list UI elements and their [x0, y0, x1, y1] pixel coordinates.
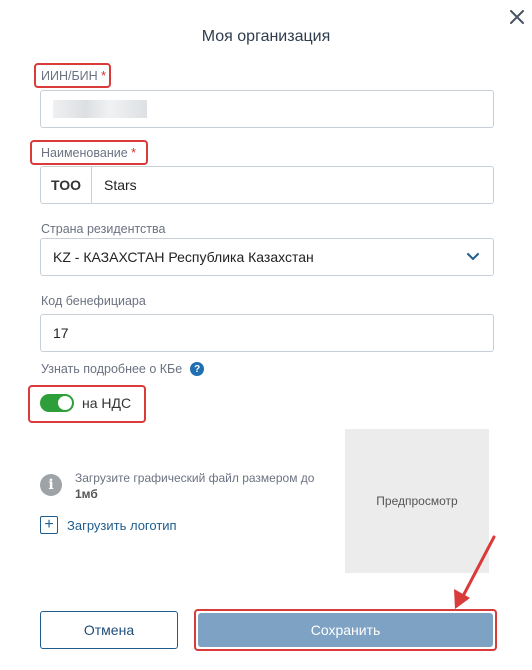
- plus-icon: +: [40, 516, 58, 534]
- question-icon[interactable]: ?: [190, 362, 205, 376]
- upload-logo-label: Загрузить логотип: [67, 517, 177, 533]
- toggle-knob: [58, 396, 72, 410]
- name-label: Наименование *: [41, 146, 136, 160]
- logo-preview: Предпросмотр: [345, 429, 489, 573]
- iin-input[interactable]: [40, 90, 494, 128]
- close-button[interactable]: [506, 6, 528, 28]
- close-icon: [510, 10, 524, 24]
- country-label: Страна резидентства: [41, 222, 166, 236]
- required-mark: *: [101, 69, 107, 83]
- cancel-button[interactable]: Отмена: [40, 611, 178, 649]
- logo-info-text: Загрузите графический файл размером до: [75, 471, 315, 485]
- dialog-title: Моя организация: [201, 28, 331, 45]
- iin-label: ИИН/БИН *: [41, 69, 106, 83]
- info-icon: i: [40, 474, 62, 496]
- country-value: KZ - КАЗАХСТАН Республика Казахстан: [53, 249, 314, 265]
- required-mark: *: [131, 146, 137, 160]
- org-type-prefix: ТОО: [41, 167, 92, 203]
- country-select[interactable]: KZ - КАЗАХСТАН Республика Казахстан: [40, 238, 494, 276]
- logo-info-size: 1мб: [75, 487, 98, 501]
- masked-value: [53, 100, 147, 118]
- name-input[interactable]: ТОО Stars: [40, 166, 494, 204]
- vat-toggle-label: на НДС: [82, 395, 132, 411]
- kbe-help-text: Узнать подробнее о КБе: [41, 362, 183, 376]
- kbe-label: Код бенефициара: [41, 294, 146, 308]
- kbe-input[interactable]: 17: [40, 314, 494, 352]
- chevron-down-icon: [467, 253, 479, 261]
- iin-label-text: ИИН/БИН: [41, 69, 98, 83]
- name-label-text: Наименование: [41, 146, 128, 160]
- vat-toggle[interactable]: [40, 394, 74, 412]
- logo-info: Загрузите графический файл размером до 1…: [75, 470, 335, 502]
- name-value: Stars: [104, 177, 137, 193]
- vat-toggle-row: на НДС: [40, 394, 131, 412]
- kbe-help: Узнать подробнее о КБе ?: [41, 362, 205, 376]
- kbe-value: 17: [53, 325, 69, 341]
- upload-logo-button[interactable]: + Загрузить логотип: [40, 516, 177, 534]
- save-button[interactable]: Сохранить: [198, 613, 493, 647]
- preview-label: Предпросмотр: [376, 494, 458, 508]
